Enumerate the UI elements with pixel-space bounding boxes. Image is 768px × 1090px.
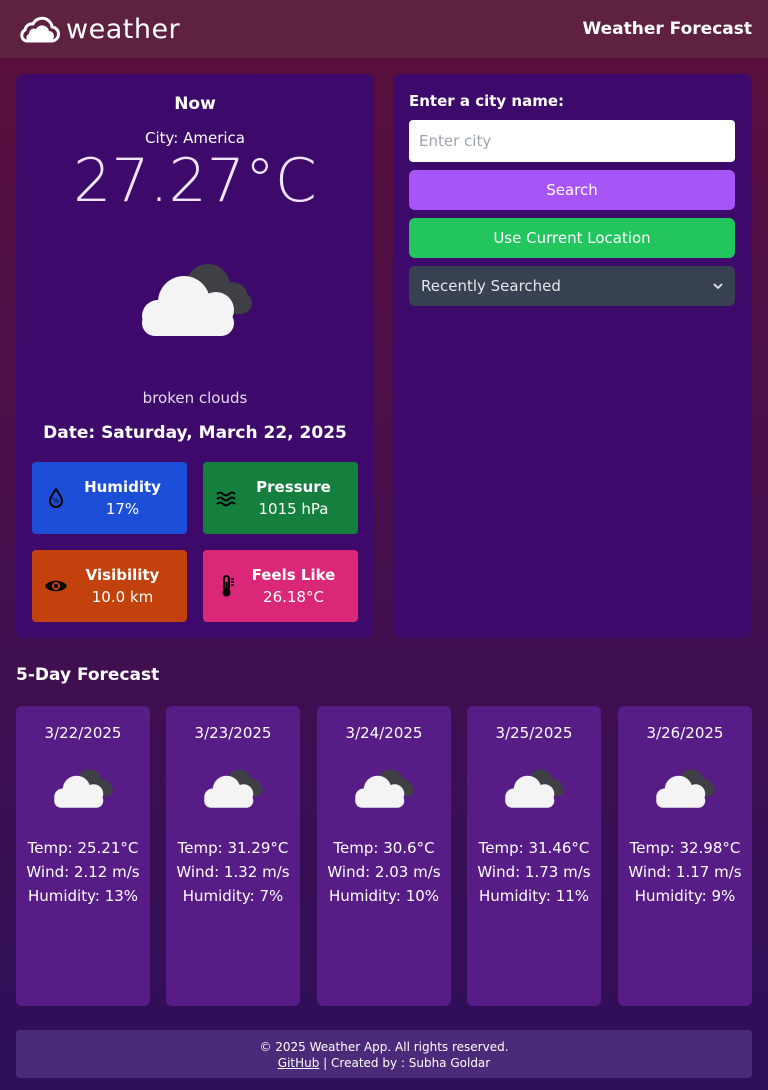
broken-clouds-icon [656,769,715,808]
current-temperature: 27.27°C [73,146,317,216]
github-link[interactable]: GitHub [278,1056,320,1070]
pressure-card: Pressure 1015 hPa [203,462,358,534]
broken-clouds-icon [505,769,564,808]
humidity-drop-icon: % [48,487,64,508]
forecast-date: 3/23/2025 [194,724,272,742]
now-title: Now [174,94,216,114]
forecast-card: 3/26/2025 Temp: 32.98°C Wind: 1.17 m/s H… [618,706,752,1006]
forecast-date: 3/26/2025 [646,724,724,742]
forecast-humidity: Humidity: 9% [634,887,736,905]
eye-icon [45,580,67,592]
forecast-temp: Temp: 32.98°C [629,839,741,857]
footer: © 2025 Weather App. All rights reserved.… [16,1030,752,1078]
broken-clouds-icon [54,769,113,808]
thermometer-icon [222,575,234,597]
broken-clouds-icon [355,769,414,808]
city-input-label: Enter a city name: [409,92,565,110]
cloud-logo-icon [20,16,60,43]
pressure-value: 1015 hPa [258,500,329,518]
weather-description: broken clouds [142,389,248,407]
chevron-down-icon [713,283,723,290]
current-weather-panel: Now City: America 27.27°C broken clouds … [16,74,374,638]
search-panel: Enter a city name: Search Use Current Lo… [393,74,752,638]
forecast-wind: Wind: 2.03 m/s [327,863,441,881]
forecast-wind: Wind: 1.73 m/s [477,863,591,881]
footer-credits: GitHub | Created by : Subha Goldar [16,1055,752,1071]
forecast-temp: Temp: 25.21°C [27,839,139,857]
svg-text:%: % [53,497,60,505]
forecast-date: 3/22/2025 [44,724,122,742]
visibility-card: Visibility 10.0 km [32,550,187,622]
visibility-value: 10.0 km [91,588,154,606]
search-button[interactable]: Search [409,170,735,210]
forecast-title: 5-Day Forecast [16,665,160,685]
broken-clouds-icon [142,264,252,336]
forecast-card: 3/23/2025 Temp: 31.29°C Wind: 1.32 m/s H… [166,706,300,1006]
feels-like-card: Feels Like 26.18°C [203,550,358,622]
created-by-text: | Created by : Subha Goldar [319,1056,491,1070]
pressure-waves-icon [216,491,236,507]
broken-clouds-icon [204,769,263,808]
feels-like-label: Feels Like [251,566,336,584]
forecast-temp: Temp: 31.46°C [478,839,590,857]
logo-text: weather [66,13,181,45]
footer-copyright: © 2025 Weather App. All rights reserved. [259,1040,509,1054]
visibility-label: Visibility [85,566,160,584]
forecast-temp: Temp: 31.29°C [177,839,289,857]
forecast-humidity: Humidity: 10% [328,887,440,905]
forecast-humidity: Humidity: 13% [27,887,139,905]
forecast-humidity: Humidity: 7% [182,887,284,905]
forecast-card: 3/25/2025 Temp: 31.46°C Wind: 1.73 m/s H… [467,706,601,1006]
app-header: weather Weather Forecast [0,0,768,58]
header-title: Weather Forecast [582,19,752,39]
feels-like-value: 26.18°C [263,588,324,606]
forecast-wind: Wind: 1.32 m/s [176,863,290,881]
humidity-label: Humidity [84,478,161,496]
forecast-date: 3/25/2025 [495,724,573,742]
forecast-card: 3/22/2025 Temp: 25.21°C Wind: 2.12 m/s H… [16,706,150,1006]
city-search-input[interactable] [409,120,735,162]
city-name: City: America [144,129,245,147]
app-logo[interactable]: weather [16,14,180,45]
recently-searched-value: Recently Searched [421,277,561,295]
use-current-location-button[interactable]: Use Current Location [409,218,735,258]
pressure-label: Pressure [256,478,331,496]
recently-searched-select[interactable]: Recently Searched [409,266,735,306]
humidity-value: 17% [105,500,140,518]
forecast-humidity: Humidity: 11% [478,887,590,905]
humidity-card: % Humidity 17% [32,462,187,534]
forecast-wind: Wind: 1.17 m/s [628,863,742,881]
forecast-wind: Wind: 2.12 m/s [26,863,140,881]
forecast-date: 3/24/2025 [345,724,423,742]
forecast-card: 3/24/2025 Temp: 30.6°C Wind: 2.03 m/s Hu… [317,706,451,1006]
forecast-temp: Temp: 30.6°C [333,839,435,857]
current-date: Date: Saturday, March 22, 2025 [43,423,347,443]
